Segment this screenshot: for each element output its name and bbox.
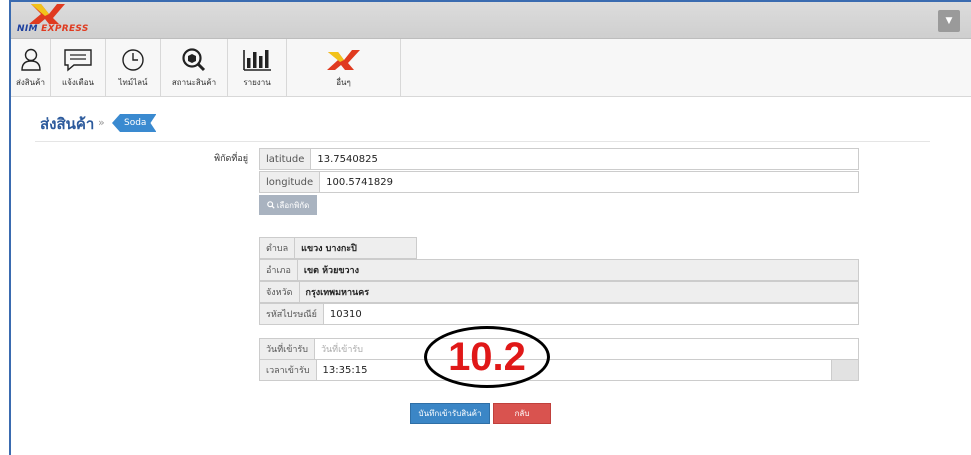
page-title: ส่งสินค้า bbox=[40, 115, 95, 133]
bar-chart-icon bbox=[243, 50, 271, 71]
pick-location-button[interactable]: เลือกพิกัด bbox=[259, 195, 317, 215]
toolbar-item-send[interactable]: ส่งสินค้า bbox=[11, 39, 51, 96]
province-field: จังหวัด กรุงเทพมหานคร bbox=[259, 281, 859, 303]
user-icon bbox=[20, 48, 41, 71]
postcode-field[interactable]: รหัสไปรษณีย์ 10310 bbox=[259, 303, 859, 325]
search-icon bbox=[266, 201, 275, 209]
subdistrict-field: ตำบล แขวง บางกะปิ bbox=[259, 237, 417, 259]
district-field: อำเภอ เขต ห้วยขวาง bbox=[259, 259, 859, 281]
receive-time-value: 13:35:15 bbox=[322, 364, 368, 376]
longitude-value: 100.5741829 bbox=[326, 176, 393, 188]
caret-down-icon: ▼ bbox=[945, 16, 953, 26]
receive-time-addon: เวลาเข้ารับ bbox=[260, 360, 317, 380]
district-addon: อำเภอ bbox=[260, 260, 298, 280]
save-button[interactable]: บันทึกเข้ารับสินค้า bbox=[410, 403, 490, 424]
toolbar-item-label: อื่นๆ bbox=[336, 78, 351, 87]
top-navbar: NIM EXPRESS ▼ bbox=[11, 2, 971, 39]
receive-date-addon: วันที่เข้ารับ bbox=[260, 339, 315, 359]
latitude-addon: latitude bbox=[260, 149, 312, 169]
province-addon: จังหวัด bbox=[260, 282, 300, 302]
search-box-icon bbox=[182, 48, 206, 72]
toolbar-item-label: ส่งสินค้า bbox=[16, 78, 45, 87]
nim-express-logo[interactable]: NIM EXPRESS bbox=[15, 2, 88, 38]
pick-location-label: เลือกพิกัด bbox=[276, 200, 310, 210]
latitude-field[interactable]: latitude 13.7540825 bbox=[259, 148, 859, 170]
subdistrict-addon: ตำบล bbox=[260, 238, 296, 258]
subdistrict-value: แขวง บางกะปิ bbox=[301, 244, 357, 254]
nim-logo-icon bbox=[326, 50, 360, 70]
toolbar-item-status[interactable]: สถานะสินค้า bbox=[161, 39, 228, 96]
toolbar-item-label: รายงาน bbox=[243, 78, 271, 87]
logo-text: NIM EXPRESS bbox=[17, 24, 89, 34]
longitude-field[interactable]: longitude 100.5741829 bbox=[259, 171, 859, 193]
main-toolbar: ส่งสินค้า แจ้งเตือน ไทม์ไลน์ สถานะสินค้า bbox=[11, 39, 971, 97]
breadcrumb-tag[interactable]: Soda bbox=[112, 114, 156, 132]
location-label: พิกัดที่อยู่ bbox=[214, 154, 248, 164]
toolbar-item-label: สถานะสินค้า bbox=[171, 78, 217, 87]
longitude-addon: longitude bbox=[260, 172, 321, 192]
toolbar-item-more[interactable]: อื่นๆ bbox=[287, 39, 401, 96]
latitude-value: 13.7540825 bbox=[317, 153, 378, 165]
toolbar-item-report[interactable]: รายงาน bbox=[228, 39, 287, 96]
navbar-dropdown-button[interactable]: ▼ bbox=[938, 10, 960, 32]
toolbar-item-timeline[interactable]: ไทม์ไลน์ bbox=[106, 39, 161, 96]
receive-date-placeholder: วันที่เข้ารับ bbox=[320, 345, 363, 355]
toolbar-item-label: ไทม์ไลน์ bbox=[118, 78, 148, 87]
clock-icon bbox=[122, 49, 144, 71]
postcode-addon: รหัสไปรษณีย์ bbox=[260, 304, 324, 324]
province-value: กรุงเทพมหานคร bbox=[305, 288, 370, 298]
district-value: เขต ห้วยขวาง bbox=[303, 266, 359, 276]
toolbar-item-notifications[interactable]: แจ้งเตือน bbox=[51, 39, 106, 96]
breadcrumb-separator: » bbox=[98, 116, 105, 129]
receive-date-field[interactable]: วันที่เข้ารับ วันที่เข้ารับ bbox=[259, 338, 859, 360]
back-button[interactable]: กลับ bbox=[493, 403, 551, 424]
time-picker-button[interactable] bbox=[831, 359, 859, 381]
chat-icon bbox=[64, 49, 92, 72]
postcode-value: 10310 bbox=[329, 308, 362, 320]
toolbar-item-label: แจ้งเตือน bbox=[62, 78, 94, 87]
annotation-label: 10.2 bbox=[448, 334, 526, 379]
divider bbox=[35, 141, 930, 142]
